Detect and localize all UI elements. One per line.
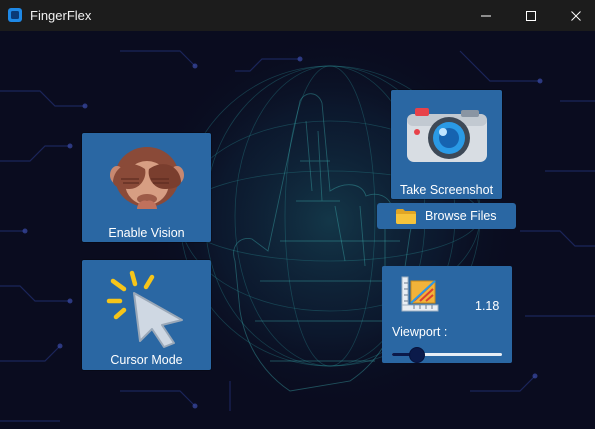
camera-icon [407, 108, 487, 162]
enable-vision-label: Enable Vision [108, 226, 185, 240]
minimize-icon [481, 15, 491, 16]
cursor-mode-label: Cursor Mode [110, 353, 183, 367]
ruler-grid-icon [401, 276, 439, 312]
viewport-value: 1.18 [475, 299, 500, 313]
viewport-slider[interactable] [392, 347, 502, 363]
cursor-click-icon [106, 270, 183, 348]
folder-icon [396, 209, 416, 224]
browse-files-button[interactable]: Browse Files [377, 203, 516, 229]
window-title: FingerFlex [30, 8, 92, 23]
viewport-panel: 1.18 Viewport : [382, 266, 512, 363]
cursor-mode-button[interactable]: Cursor Mode [82, 260, 211, 370]
minimize-button[interactable] [463, 0, 509, 31]
take-screenshot-label: Take Screenshot [399, 183, 494, 197]
enable-vision-button[interactable]: Enable Vision [82, 133, 211, 242]
close-button[interactable] [553, 0, 595, 31]
close-icon [571, 10, 581, 21]
take-screenshot-button[interactable]: Take Screenshot [391, 90, 502, 199]
maximize-button[interactable] [508, 0, 554, 31]
title-bar: FingerFlex [0, 0, 595, 32]
see-no-evil-monkey-icon [110, 147, 184, 209]
app-logo-icon [8, 8, 22, 22]
browse-files-label: Browse Files [425, 209, 497, 223]
viewport-label: Viewport : [392, 325, 448, 339]
viewport-slider-thumb[interactable] [409, 347, 426, 363]
maximize-icon [526, 10, 536, 21]
